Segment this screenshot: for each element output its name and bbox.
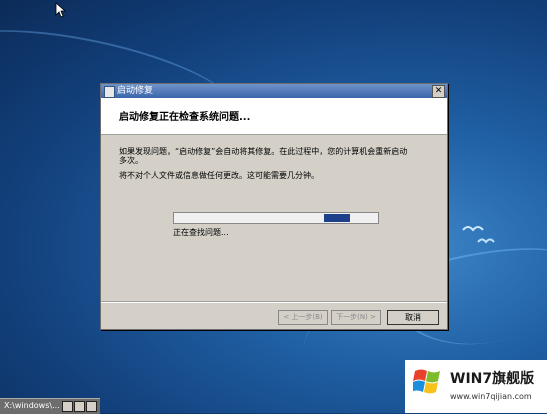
app-icon — [104, 86, 115, 98]
birds-icon — [462, 226, 495, 244]
site-logo: WIN7旗舰版 www.win7qijian.com — [405, 360, 547, 413]
next-button[interactable]: 下一步(N) > — [331, 310, 381, 325]
logo-title: WIN7旗舰版 — [450, 371, 535, 387]
windows-flag-icon — [413, 369, 440, 394]
dialog-header: 启动修复正在检查系统问题... — [101, 98, 447, 135]
cancel-button[interactable]: 取消 — [387, 310, 439, 325]
startup-repair-dialog: 启动修复 ✕ 启动修复正在检查系统问题... 如果发现问题，“启动修复”会自动将… — [100, 83, 448, 330]
logo-url: www.win7qijian.com — [450, 392, 532, 401]
dialog-title: 启动修复 — [117, 86, 154, 96]
close-button[interactable]: ✕ — [432, 85, 445, 98]
minimize-icon[interactable] — [62, 401, 73, 412]
mouse-cursor-icon — [55, 2, 67, 18]
info-paragraph-line2: 多次。 — [119, 156, 143, 165]
dialog-titlebar[interactable]: 启动修复 ✕ — [101, 84, 447, 98]
maximize-icon[interactable] — [74, 401, 85, 412]
info-paragraph-line1: 如果发现问题，“启动修复”会自动将其修复。在此过程中，您的计算机会重新启动 — [119, 147, 408, 156]
footer-divider — [101, 301, 447, 303]
progress-bar — [173, 212, 379, 224]
back-button[interactable]: < 上一步(B) — [278, 310, 328, 325]
taskbar-item-cmd[interactable]: X:\windows\... — [0, 398, 100, 414]
status-text: 正在查找问题... — [173, 228, 229, 237]
close-icon[interactable] — [86, 401, 97, 412]
info-paragraph-2: 将不对个人文件或信息做任何更改。这可能需要几分钟。 — [119, 171, 319, 180]
header-text: 启动修复正在检查系统问题... — [119, 112, 251, 123]
progress-marquee-chunk — [324, 214, 350, 222]
taskbar-item-label: X:\windows\... — [4, 401, 60, 410]
